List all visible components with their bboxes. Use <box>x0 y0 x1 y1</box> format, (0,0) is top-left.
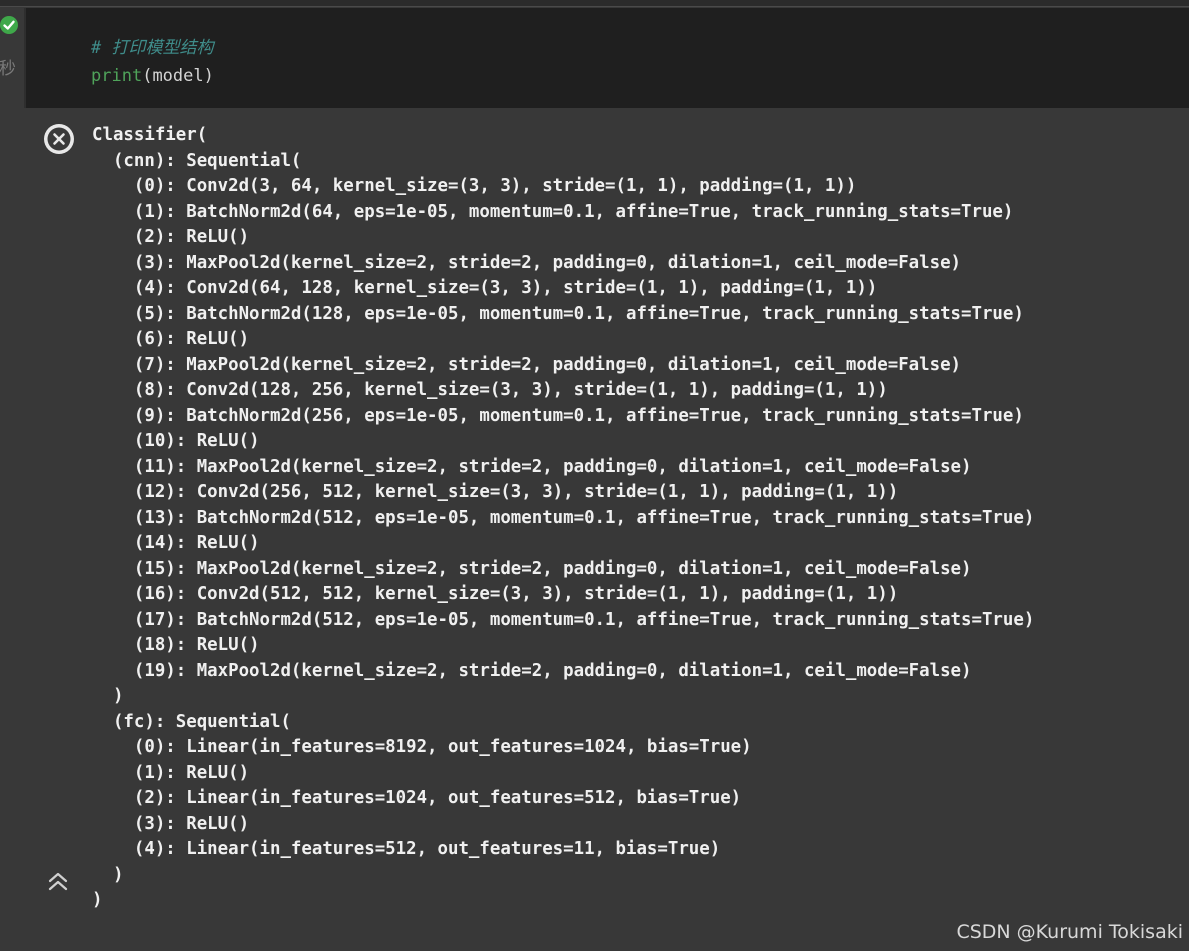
code-arg: model <box>152 66 204 86</box>
output-line: (7): MaxPool2d(kernel_size=2, stride=2, … <box>92 354 962 375</box>
output-line: (11): MaxPool2d(kernel_size=2, stride=2,… <box>92 456 972 477</box>
output-line: (13): BatchNorm2d(512, eps=1e-05, moment… <box>92 507 1035 528</box>
notebook-page: 0秒 # 打印模型结构 print(model) Classifier( (cn… <box>0 0 1189 951</box>
output-line: (5): BatchNorm2d(128, eps=1e-05, momentu… <box>92 303 1024 324</box>
output-line: (4): Conv2d(64, 128, kernel_size=(3, 3),… <box>92 278 878 298</box>
output-line: (10): ReLU() <box>92 431 260 451</box>
execution-time: 0秒 <box>0 59 16 79</box>
output-line: (3): ReLU() <box>92 813 250 834</box>
code-open-paren: ( <box>142 66 153 86</box>
output-line: (19): MaxPool2d(kernel_size=2, stride=2,… <box>92 660 972 681</box>
output-line: (6): ReLU() <box>92 329 250 349</box>
output-line: (fc): Sequential( <box>92 711 291 732</box>
output-line: (1): BatchNorm2d(64, eps=1e-05, momentum… <box>92 201 1014 222</box>
code-comment: # 打印模型结构 <box>91 38 214 58</box>
double-chevron-up-icon <box>48 872 68 891</box>
close-circle-icon <box>45 125 73 153</box>
output-line: (3): MaxPool2d(kernel_size=2, stride=2, … <box>92 252 962 273</box>
output-line: (12): Conv2d(256, 512, kernel_size=(3, 3… <box>92 482 899 502</box>
watermark: CSDN @Kurumi Tokisaki <box>956 921 1183 943</box>
output-line: (17): BatchNorm2d(512, eps=1e-05, moment… <box>92 609 1035 630</box>
code-cell[interactable]: # 打印模型结构 print(model) <box>26 8 1189 108</box>
output-line: (8): Conv2d(128, 256, kernel_size=(3, 3)… <box>92 380 888 400</box>
cell-status: 0秒 <box>0 14 24 94</box>
output-line: (2): Linear(in_features=1024, out_featur… <box>92 788 742 808</box>
code-func: print <box>91 66 143 86</box>
code-print-line: print(model) <box>91 66 214 86</box>
output-line: (16): Conv2d(512, 512, kernel_size=(3, 3… <box>92 584 899 604</box>
output-line: (18): ReLU() <box>92 635 260 655</box>
output-line: ) <box>92 890 103 910</box>
output-line: (9): BatchNorm2d(256, eps=1e-05, momentu… <box>92 405 1024 426</box>
output-line: (4): Linear(in_features=512, out_feature… <box>92 839 721 859</box>
clear-output-button[interactable] <box>44 124 74 154</box>
code-close-paren: ) <box>203 66 214 86</box>
output-line: (2): ReLU() <box>92 227 250 247</box>
output-line: (1): ReLU() <box>92 762 250 783</box>
output-line: (0): Linear(in_features=8192, out_featur… <box>92 737 752 757</box>
output-line: (14): ReLU() <box>92 533 260 553</box>
output-line: (cnn): Sequential( <box>92 150 302 171</box>
output-line: (0): Conv2d(3, 64, kernel_size=(3, 3), s… <box>92 176 857 196</box>
top-border <box>0 0 1189 7</box>
cell-output: Classifier( (cnn): Sequential( (0): Conv… <box>92 123 1034 914</box>
collapse-output-button[interactable] <box>44 868 72 896</box>
check-circle-icon <box>0 16 18 34</box>
output-line: Classifier( <box>92 125 208 145</box>
output-line: (15): MaxPool2d(kernel_size=2, stride=2,… <box>92 558 972 579</box>
output-line: ) <box>92 864 124 885</box>
output-line: ) <box>92 686 124 706</box>
